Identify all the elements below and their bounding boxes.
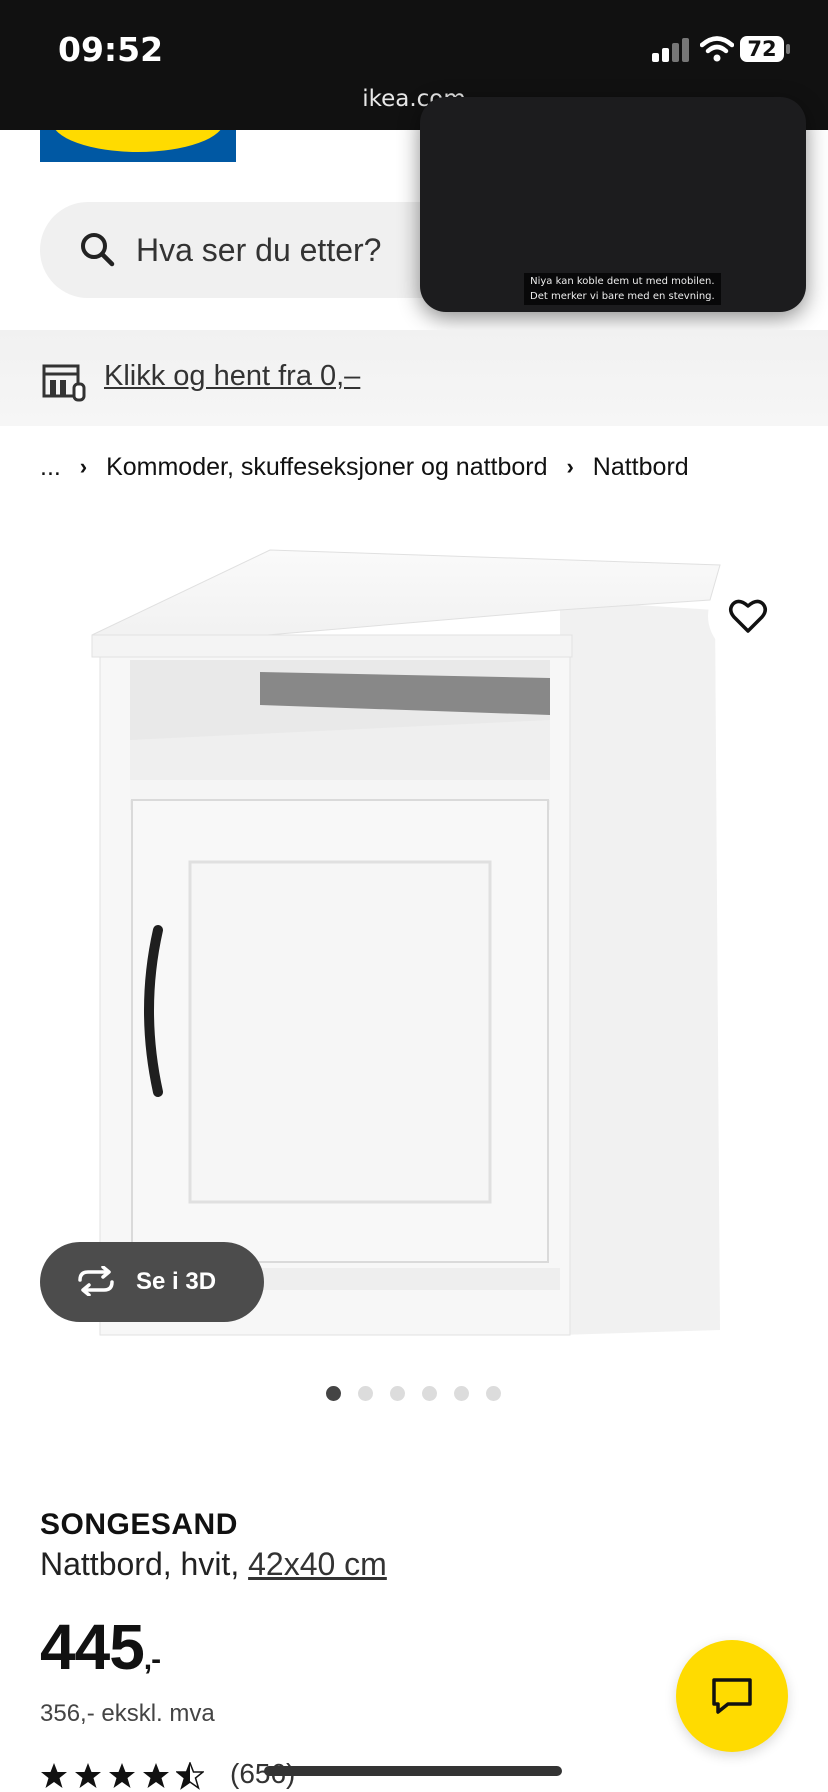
chat-button[interactable] <box>676 1640 788 1752</box>
store-icon <box>42 364 86 402</box>
carousel-dot[interactable] <box>390 1386 405 1401</box>
view-3d-button[interactable]: Se i 3D <box>40 1242 264 1322</box>
rotate-3d-icon <box>78 1266 114 1296</box>
product-description-text: Nattbord, hvit, <box>40 1546 240 1582</box>
breadcrumb-ellipsis[interactable]: ... <box>40 453 61 482</box>
heart-icon <box>729 599 767 633</box>
carousel-dot[interactable] <box>422 1386 437 1401</box>
video-overlay[interactable]: Niya kan koble dem ut med mobilen. Det m… <box>420 97 806 312</box>
price-value: 445 <box>40 1611 145 1683</box>
ikea-logo[interactable] <box>40 130 236 162</box>
search-placeholder: Hva ser du etter? <box>136 232 382 268</box>
wifi-icon <box>700 36 734 62</box>
product-size-link[interactable]: 42x40 cm <box>248 1546 387 1582</box>
price-excl-vat: 356,- ekskl. mva <box>40 1700 215 1727</box>
star-icon <box>109 1763 135 1788</box>
search-icon <box>81 233 115 267</box>
carousel-dot[interactable] <box>486 1386 501 1401</box>
price-suffix: ,- <box>143 1643 161 1676</box>
product-price: 445,- <box>40 1610 161 1684</box>
breadcrumb-item-nightstands[interactable]: Nattbord <box>593 453 689 482</box>
breadcrumb: ... › Kommoder, skuffeseksjoner og nattb… <box>40 452 689 482</box>
click-collect-link[interactable]: Klikk og hent fra 0,– <box>104 360 360 393</box>
carousel-dot[interactable] <box>326 1386 341 1401</box>
product-name: SONGESAND <box>40 1508 238 1541</box>
product-image[interactable] <box>80 540 730 1350</box>
chevron-right-icon: › <box>566 454 574 480</box>
star-icon <box>143 1763 169 1788</box>
chat-icon <box>712 1678 752 1714</box>
caption-line-2: Det merker vi bare med en stevning. <box>530 291 715 302</box>
video-caption: Niya kan koble dem ut med mobilen. Det m… <box>524 273 721 305</box>
chevron-right-icon: › <box>79 454 88 480</box>
star-icon <box>75 1763 101 1788</box>
caption-line-1: Niya kan koble dem ut med mobilen. <box>530 276 715 287</box>
star-icon <box>41 1763 67 1788</box>
product-description: Nattbord, hvit, 42x40 cm <box>40 1546 387 1583</box>
battery-icon: 72 <box>740 36 790 62</box>
carousel-dot[interactable] <box>358 1386 373 1401</box>
view-3d-label: Se i 3D <box>136 1268 217 1295</box>
status-time: 09:52 <box>58 30 164 69</box>
breadcrumb-item-dressers[interactable]: Kommoder, skuffeseksjoner og nattbord <box>106 453 547 482</box>
star-half-icon <box>176 1762 204 1790</box>
home-indicator[interactable] <box>264 1766 562 1776</box>
click-collect-banner[interactable]: Klikk og hent fra 0,– <box>0 330 828 426</box>
carousel-dot[interactable] <box>454 1386 469 1401</box>
signal-icon <box>652 38 690 62</box>
battery-level: 72 <box>740 36 784 62</box>
favorite-button[interactable] <box>708 576 788 656</box>
